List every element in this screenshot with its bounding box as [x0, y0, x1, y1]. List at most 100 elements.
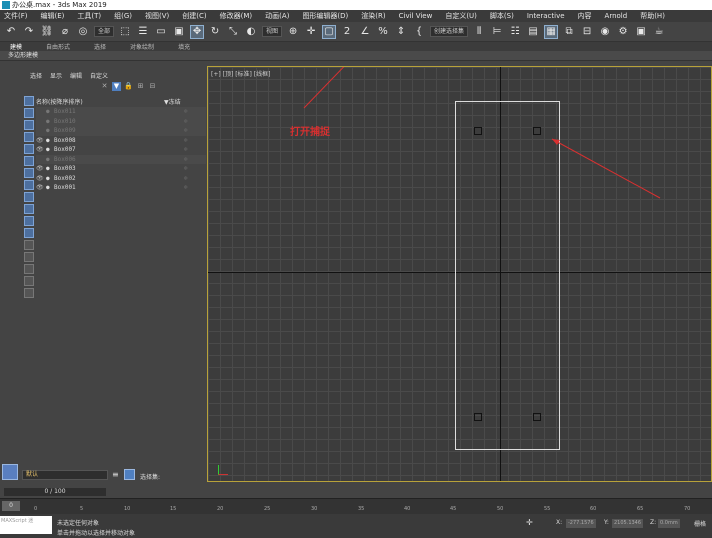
list-item[interactable]: 👁 ● Box002 ❄ — [36, 174, 206, 184]
eye-icon[interactable]: 👁 — [36, 146, 46, 153]
list-item[interactable]: ● Box011 ❄ — [36, 107, 206, 117]
list-item[interactable]: ● Box006 ❄ — [36, 154, 206, 164]
list-item[interactable]: 👁 ● Box003 ❄ — [36, 164, 206, 174]
eye-icon[interactable]: 👁 — [36, 184, 46, 191]
freeze-icon[interactable]: ❄ — [184, 146, 188, 153]
list-item[interactable]: ● Box009 ❄ — [36, 126, 206, 136]
absolute-mode-icon[interactable]: ✛ — [526, 518, 533, 527]
menu-animation[interactable]: 动画(A) — [265, 11, 289, 21]
select-move-icon[interactable]: ✥ — [190, 24, 205, 39]
display-none-icon[interactable] — [24, 252, 34, 262]
menu-rendering[interactable]: 渲染(R) — [361, 11, 385, 21]
select-rotate-icon[interactable]: ↻ — [208, 25, 222, 39]
tab-populate[interactable]: 填充 — [178, 42, 190, 51]
freeze-icon[interactable]: ❄ — [184, 165, 188, 172]
freeze-icon[interactable]: ❄ — [184, 137, 188, 144]
layer-icon[interactable] — [24, 288, 34, 298]
selection-filter-dropdown[interactable]: 全部 — [94, 26, 115, 37]
x-coordinate-field[interactable]: -277.1576 — [566, 519, 596, 528]
undo-icon[interactable]: ↶ — [4, 25, 18, 39]
align-icon[interactable]: ⊨ — [490, 25, 504, 39]
tab-freeform[interactable]: 自由形式 — [46, 42, 70, 51]
menu-scripting[interactable]: 脚本(S) — [490, 11, 514, 21]
percent-snap-icon[interactable]: % — [376, 25, 390, 39]
curve-editor-icon[interactable]: ⧉ — [562, 25, 576, 39]
column-freeze[interactable]: ▼冻结 — [164, 97, 181, 106]
ribbon-toggle-icon[interactable]: ▦ — [544, 24, 559, 39]
freeze-icon[interactable]: ❄ — [184, 118, 188, 125]
clear-filter-icon[interactable]: ✕ — [100, 82, 109, 91]
y-coordinate-field[interactable]: 2105.1346 — [612, 519, 644, 528]
hierarchy-icon[interactable]: ⊞ — [136, 82, 145, 91]
lock-icon[interactable]: 🔒 — [124, 82, 133, 91]
render-icon[interactable]: ☕ — [652, 25, 666, 39]
menu-modifiers[interactable]: 修改器(M) — [220, 11, 253, 21]
menu-civil-view[interactable]: Civil View — [399, 12, 433, 20]
display-hidden-icon[interactable] — [24, 228, 34, 238]
schematic-view-icon[interactable]: ⊟ — [580, 25, 594, 39]
display-containers-icon[interactable] — [24, 204, 34, 214]
menu-help[interactable]: 帮助(H) — [640, 11, 665, 21]
freeze-icon[interactable]: ❄ — [184, 156, 188, 163]
menu-edit[interactable]: 编辑(E) — [41, 11, 65, 21]
layer-dropdown[interactable]: 默认 — [22, 470, 108, 480]
list-item[interactable]: 👁 ● Box007 ❄ — [36, 145, 206, 155]
list-item[interactable]: 👁 ● Box008 ❄ — [36, 136, 206, 146]
rendered-frame-icon[interactable]: ▣ — [634, 25, 648, 39]
spinner-snap-icon[interactable]: ⇕ — [394, 25, 408, 39]
scene-explorer-toggle-icon[interactable]: ☷ — [508, 25, 522, 39]
timeline[interactable]: 0 0 5 10 15 20 25 30 35 40 45 50 55 60 6… — [0, 498, 712, 514]
invert-display-icon[interactable] — [24, 264, 34, 274]
freeze-icon[interactable]: ❄ — [184, 108, 188, 115]
menu-graph-editors[interactable]: 图形编辑器(D) — [302, 11, 348, 21]
menu-interactive[interactable]: Interactive — [527, 12, 565, 20]
z-coordinate-field[interactable]: 0.0mm — [658, 519, 680, 528]
manipulate-icon[interactable]: ✛ — [304, 25, 318, 39]
menu-views[interactable]: 视图(V) — [145, 11, 169, 21]
render-setup-icon[interactable]: ⚙ — [616, 25, 630, 39]
layer-stack-icon[interactable]: ≡ — [112, 470, 119, 479]
mirror-icon[interactable]: ⫴ — [472, 25, 486, 39]
scene-menu-customize[interactable]: 自定义 — [90, 71, 108, 80]
display-shapes-icon[interactable] — [24, 108, 34, 118]
selection-set-icon[interactable] — [124, 469, 135, 480]
eye-icon[interactable]: 👁 — [36, 165, 46, 172]
display-helpers-icon[interactable] — [24, 144, 34, 154]
active-layer-icon[interactable] — [2, 464, 18, 480]
angle-snap-icon[interactable]: ∠ — [358, 25, 372, 39]
freeze-icon[interactable]: ❄ — [184, 184, 188, 191]
display-cameras-icon[interactable] — [24, 132, 34, 142]
scene-menu-edit[interactable]: 编辑 — [70, 71, 82, 80]
menu-file[interactable]: 文件(F) — [4, 11, 28, 21]
top-viewport[interactable]: [+] [顶] [标准] [线框] 打开捕捉 — [207, 66, 712, 482]
list-item[interactable]: ● Box010 ❄ — [36, 116, 206, 126]
column-name[interactable]: 名称(按降序排序) — [36, 99, 83, 106]
filter-icon[interactable]: ▼ — [112, 82, 121, 91]
named-selection-set-dropdown[interactable]: 创建选择集 — [430, 26, 469, 37]
link-icon[interactable]: ⛓ — [40, 25, 54, 39]
time-slider-counter[interactable]: 0 / 100 — [4, 488, 106, 496]
tab-object-paint[interactable]: 对象绘制 — [130, 42, 154, 51]
scene-menu-select[interactable]: 选择 — [30, 71, 42, 80]
sync-selection-icon[interactable]: ⊟ — [148, 82, 157, 91]
time-slider-handle[interactable]: 0 — [2, 501, 20, 511]
maxscript-listener[interactable]: MAXScript 迷 — [0, 516, 52, 534]
filter-funnel-icon[interactable] — [24, 276, 34, 286]
place-icon[interactable]: ◐ — [244, 25, 258, 39]
bind-spacewarp-icon[interactable]: ◎ — [76, 25, 90, 39]
window-crossing-icon[interactable]: ▣ — [172, 25, 186, 39]
eye-icon[interactable]: 👁 — [36, 175, 46, 182]
display-frozen-icon[interactable] — [24, 216, 34, 226]
select-scale-icon[interactable]: ⤡ — [226, 25, 240, 39]
snaps-toggle-icon[interactable]: 2 — [340, 25, 354, 39]
display-xrefs-icon[interactable] — [24, 180, 34, 190]
select-by-name-icon[interactable]: ☰ — [136, 25, 150, 39]
eye-icon[interactable]: 👁 — [36, 137, 46, 144]
display-all-icon[interactable] — [24, 240, 34, 250]
reference-coordinate-dropdown[interactable]: 视图 — [262, 26, 283, 37]
display-lights-icon[interactable] — [24, 120, 34, 130]
display-bones-icon[interactable] — [24, 192, 34, 202]
unlink-icon[interactable]: ⌀ — [58, 25, 72, 39]
freeze-icon[interactable]: ❄ — [184, 127, 188, 134]
menu-arnold[interactable]: Arnold — [605, 12, 628, 20]
